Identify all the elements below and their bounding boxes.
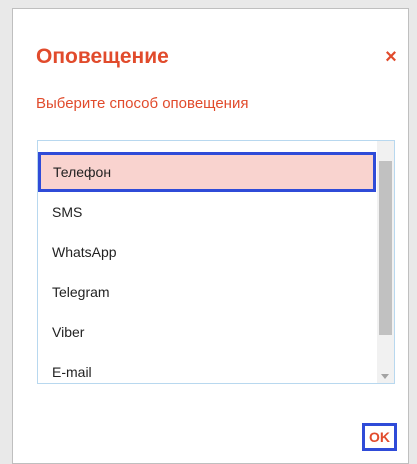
notification-dialog: Оповещение × Выберите способ оповещения … [12,8,409,464]
list-item[interactable]: Telegram [38,272,376,312]
list-item[interactable]: WhatsApp [38,232,376,272]
list-scrollbar[interactable] [377,141,394,383]
list-item[interactable]: SMS [38,192,376,232]
close-icon[interactable]: × [382,47,400,67]
ok-button[interactable]: OK [362,423,397,451]
list-item[interactable]: E-mail [38,352,376,383]
scroll-down-arrow-icon[interactable] [381,374,389,379]
list-item[interactable]: Телефон [38,152,376,192]
notification-method-list[interactable]: Телефон SMS WhatsApp Telegram Viber E-ma… [37,140,395,384]
list-item[interactable]: Viber [38,312,376,352]
dialog-title: Оповещение [36,45,169,68]
dialog-subtitle: Выберите способ оповещения [36,95,249,112]
scroll-thumb[interactable] [379,161,392,335]
